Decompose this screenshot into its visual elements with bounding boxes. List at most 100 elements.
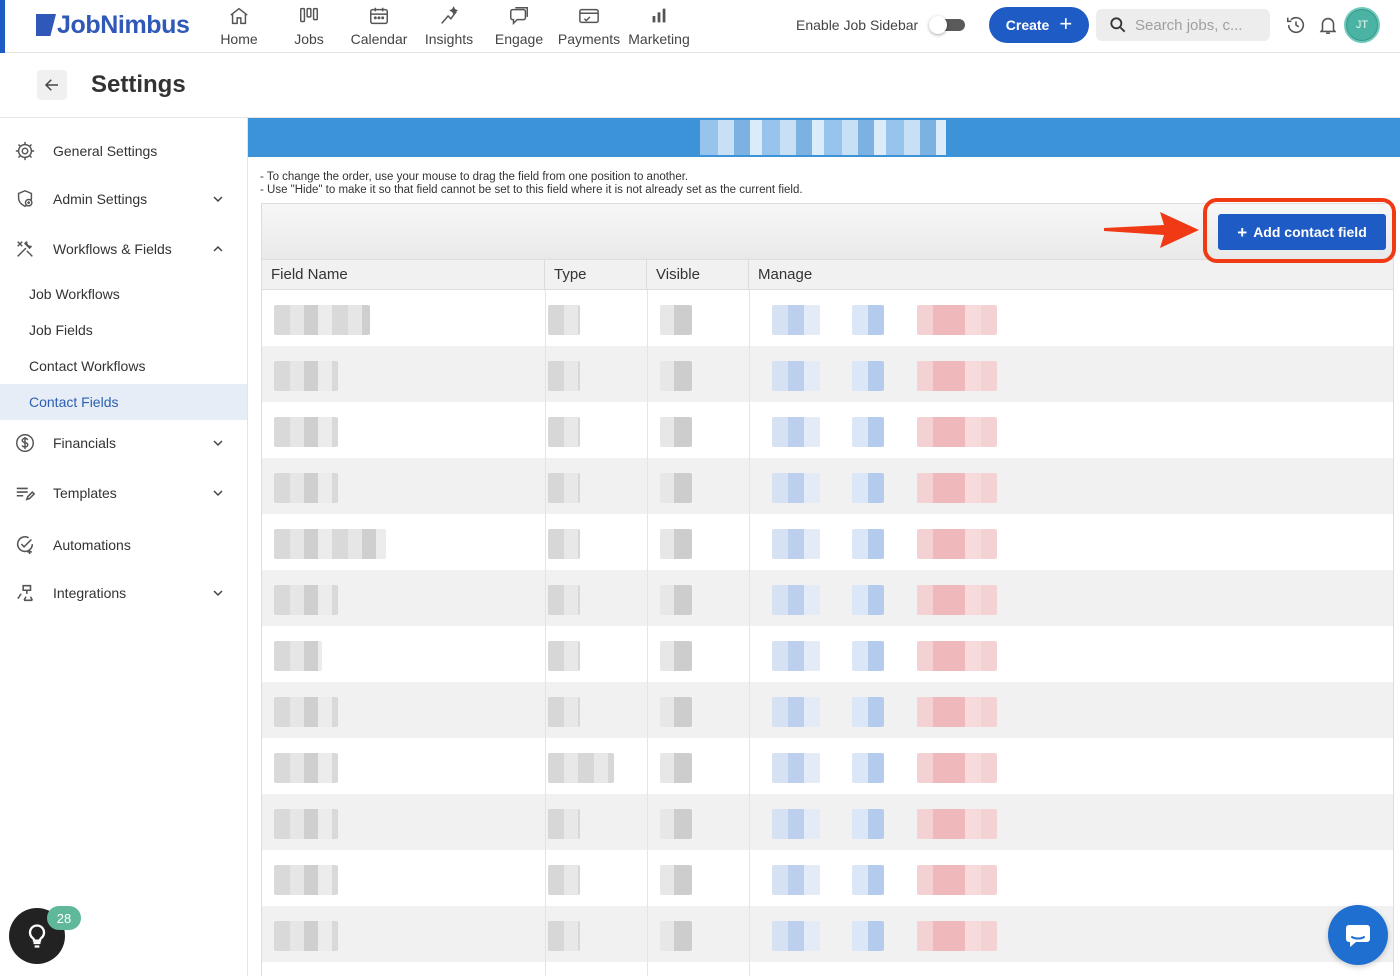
redacted-delete-action[interactable]: [917, 697, 997, 727]
column-header-type[interactable]: Type: [545, 260, 647, 289]
redacted-banner-title: [700, 120, 946, 155]
nav-jobs-label: Jobs: [294, 31, 324, 47]
redacted-edit-action[interactable]: [772, 473, 820, 503]
redacted-move-action[interactable]: [852, 585, 884, 615]
user-avatar[interactable]: JT: [1344, 7, 1380, 43]
sidebar-item-templates[interactable]: Templates: [0, 473, 247, 513]
redacted-edit-action[interactable]: [772, 361, 820, 391]
table-toolbar: + Add contact field: [262, 203, 1393, 259]
search-input[interactable]: [1135, 16, 1265, 34]
sidebar-subitem-contact-fields[interactable]: Contact Fields: [0, 384, 247, 420]
payments-icon: [579, 8, 599, 24]
redacted-move-action[interactable]: [852, 417, 884, 447]
section-banner: [248, 118, 1400, 157]
table-row[interactable]: [262, 850, 1393, 906]
nav-home-label: Home: [220, 31, 258, 47]
nav-marketing[interactable]: Marketing: [627, 4, 691, 50]
table-row[interactable]: [262, 514, 1393, 570]
sidebar-item-label: Integrations: [53, 585, 127, 601]
app-logo[interactable]: JobNimbus: [36, 10, 190, 40]
redacted-delete-action[interactable]: [917, 865, 997, 895]
table-row[interactable]: [262, 346, 1393, 402]
redacted-field-name: [274, 529, 386, 559]
lightbulb-icon: [28, 924, 46, 948]
redacted-edit-action[interactable]: [772, 865, 820, 895]
job-sidebar-label: Enable Job Sidebar: [796, 17, 919, 33]
redacted-edit-action[interactable]: [772, 697, 820, 727]
chat-support-button[interactable]: [1328, 905, 1388, 965]
column-header-manage[interactable]: Manage: [749, 260, 1393, 289]
global-search[interactable]: [1096, 9, 1270, 41]
admin-shield-icon: [14, 188, 36, 210]
table-row[interactable]: [262, 402, 1393, 458]
redacted-move-action[interactable]: [852, 809, 884, 839]
redacted-delete-action[interactable]: [917, 809, 997, 839]
redacted-delete-action[interactable]: [917, 921, 997, 951]
nav-insights[interactable]: Insights: [424, 4, 474, 50]
redacted-delete-action[interactable]: [917, 641, 997, 671]
job-sidebar-toggle[interactable]: [929, 16, 965, 34]
sidebar-item-financials[interactable]: Financials: [0, 423, 247, 463]
back-button[interactable]: [37, 70, 67, 100]
redacted-edit-action[interactable]: [772, 305, 820, 335]
redacted-move-action[interactable]: [852, 921, 884, 951]
redacted-delete-action[interactable]: [917, 361, 997, 391]
redacted-edit-action[interactable]: [772, 921, 820, 951]
sidebar-item-integrations[interactable]: Integrations: [0, 573, 247, 613]
table-row[interactable]: [262, 682, 1393, 738]
table-row[interactable]: [262, 290, 1393, 346]
redacted-delete-action[interactable]: [917, 529, 997, 559]
table-row[interactable]: [262, 570, 1393, 626]
table-row[interactable]: [262, 458, 1393, 514]
redacted-delete-action[interactable]: [917, 473, 997, 503]
sidebar-item-admin-settings[interactable]: Admin Settings: [0, 179, 247, 219]
redacted-move-action[interactable]: [852, 865, 884, 895]
redacted-visible-value: [660, 529, 692, 559]
nav-jobs[interactable]: Jobs: [291, 4, 327, 50]
insights-icon: [441, 6, 458, 24]
redacted-move-action[interactable]: [852, 529, 884, 559]
sidebar-subitem-job-workflows[interactable]: Job Workflows: [0, 276, 247, 312]
table-row[interactable]: [262, 626, 1393, 682]
sidebar-item-automations[interactable]: Automations: [0, 525, 247, 565]
add-contact-field-button[interactable]: + Add contact field: [1218, 214, 1386, 250]
sidebar-subitem-contact-workflows[interactable]: Contact Workflows: [0, 348, 247, 384]
notifications-button[interactable]: [1316, 13, 1340, 37]
redacted-move-action[interactable]: [852, 697, 884, 727]
redacted-move-action[interactable]: [852, 305, 884, 335]
redacted-field-type: [548, 417, 580, 447]
settings-header: Settings: [0, 53, 1400, 118]
redacted-visible-value: [660, 417, 692, 447]
nav-calendar[interactable]: Calendar: [351, 4, 407, 50]
nav-engage[interactable]: Engage: [495, 4, 543, 50]
redacted-field-type: [548, 697, 580, 727]
redacted-edit-action[interactable]: [772, 417, 820, 447]
create-button[interactable]: Create +: [989, 7, 1089, 43]
redacted-edit-action[interactable]: [772, 753, 820, 783]
table-row[interactable]: [262, 906, 1393, 962]
redacted-move-action[interactable]: [852, 473, 884, 503]
redacted-move-action[interactable]: [852, 753, 884, 783]
sidebar-item-general-settings[interactable]: General Settings: [0, 131, 247, 171]
redacted-delete-action[interactable]: [917, 585, 997, 615]
redacted-move-action[interactable]: [852, 361, 884, 391]
redacted-edit-action[interactable]: [772, 529, 820, 559]
engage-icon: [510, 7, 528, 26]
redacted-edit-action[interactable]: [772, 809, 820, 839]
redacted-delete-action[interactable]: [917, 417, 997, 447]
nav-home[interactable]: Home: [220, 4, 258, 50]
redacted-delete-action[interactable]: [917, 305, 997, 335]
history-button[interactable]: [1284, 13, 1308, 37]
redacted-visible-value: [660, 753, 692, 783]
table-row[interactable]: [262, 794, 1393, 850]
redacted-edit-action[interactable]: [772, 585, 820, 615]
sidebar-subitem-job-fields[interactable]: Job Fields: [0, 312, 247, 348]
sidebar-item-workflows-fields[interactable]: Workflows & Fields: [0, 229, 247, 269]
redacted-move-action[interactable]: [852, 641, 884, 671]
column-header-field-name[interactable]: Field Name: [262, 260, 545, 289]
nav-payments[interactable]: Payments: [557, 4, 621, 50]
column-header-visible[interactable]: Visible: [647, 260, 749, 289]
redacted-edit-action[interactable]: [772, 641, 820, 671]
redacted-delete-action[interactable]: [917, 753, 997, 783]
table-row[interactable]: [262, 738, 1393, 794]
